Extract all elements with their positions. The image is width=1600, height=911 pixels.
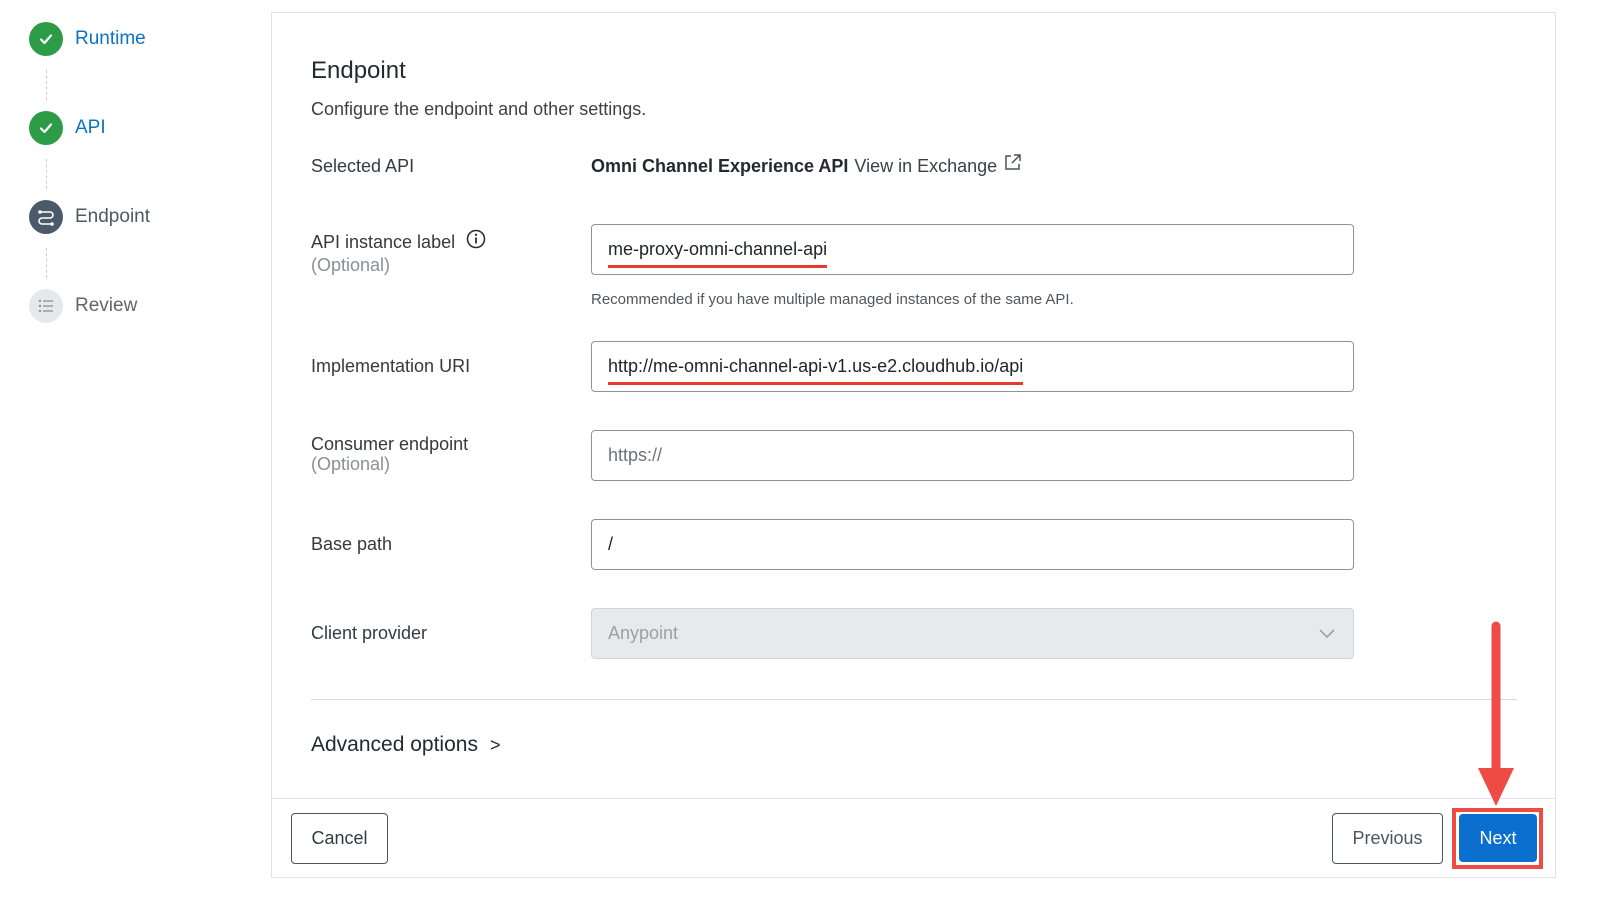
- chevron-down-icon: [1319, 623, 1335, 644]
- implementation-uri-input[interactable]: http://me-omni-channel-api-v1.us-e2.clou…: [591, 341, 1354, 392]
- implementation-uri-value: http://me-omni-channel-api-v1.us-e2.clou…: [608, 356, 1024, 385]
- page-subtitle: Configure the endpoint and other setting…: [311, 99, 647, 119]
- implementation-uri-label: Implementation URI: [311, 356, 471, 376]
- advanced-options-label: Advanced options: [311, 733, 478, 756]
- endpoint-panel: Endpoint Configure the endpoint and othe…: [271, 12, 1556, 878]
- optional-hint: (Optional): [311, 454, 391, 474]
- consumer-endpoint-input[interactable]: https://: [591, 430, 1354, 481]
- instance-label-input[interactable]: me-proxy-omni-channel-api: [591, 224, 1354, 275]
- step-connector: [46, 159, 47, 189]
- instance-label-label: API instance label (Optional): [311, 228, 486, 276]
- client-provider-select[interactable]: Anypoint: [591, 608, 1354, 659]
- step-api[interactable]: API: [29, 111, 106, 145]
- base-path-label: Base path: [311, 534, 393, 554]
- step-runtime[interactable]: Runtime: [29, 22, 146, 56]
- base-path-value: /: [608, 534, 614, 554]
- selected-api-value: Omni Channel Experience API View in Exch…: [591, 153, 1022, 177]
- instance-label-text: API instance label: [311, 232, 456, 252]
- api-name: Omni Channel Experience API: [591, 156, 849, 176]
- consumer-endpoint-placeholder: https://: [608, 445, 663, 465]
- annotation-underline: [608, 382, 1024, 385]
- step-label-review: Review: [75, 295, 138, 316]
- annotation-arrow: [1478, 621, 1514, 806]
- step-label-api: API: [75, 117, 106, 138]
- optional-hint: (Optional): [311, 255, 391, 275]
- section-divider: [311, 699, 1517, 700]
- step-label-runtime: Runtime: [75, 28, 146, 49]
- cancel-button[interactable]: Cancel: [291, 813, 388, 864]
- page-title: Endpoint: [311, 57, 406, 84]
- step-endpoint[interactable]: Endpoint: [29, 200, 150, 234]
- advanced-options-toggle[interactable]: Advanced options >: [311, 733, 500, 757]
- instance-label-value: me-proxy-omni-channel-api: [608, 239, 828, 268]
- previous-button[interactable]: Previous: [1332, 813, 1443, 864]
- check-icon: [29, 111, 63, 145]
- client-provider-label: Client provider: [311, 623, 428, 643]
- next-button[interactable]: Next: [1459, 814, 1537, 862]
- client-provider-value: Anypoint: [608, 623, 679, 643]
- annotation-underline: [608, 265, 828, 268]
- check-icon: [29, 22, 63, 56]
- list-icon: [29, 289, 63, 323]
- info-icon[interactable]: [466, 229, 486, 254]
- consumer-endpoint-label: Consumer endpoint (Optional): [311, 434, 468, 475]
- wizard-footer: Cancel Previous Next: [272, 798, 1555, 878]
- external-link-icon[interactable]: [1003, 153, 1022, 172]
- chevron-right-icon: >: [489, 734, 501, 755]
- step-connector: [46, 70, 47, 100]
- step-connector: [46, 248, 47, 278]
- wizard-stepper: Runtime API Endpoint Review: [0, 0, 272, 911]
- endpoint-route-icon: [29, 200, 63, 234]
- view-in-exchange-link[interactable]: View in Exchange: [854, 156, 997, 177]
- base-path-input[interactable]: /: [591, 519, 1354, 570]
- instance-label-helper: Recommended if you have multiple managed…: [591, 291, 1074, 308]
- consumer-endpoint-text: Consumer endpoint: [311, 434, 469, 454]
- step-label-endpoint: Endpoint: [75, 206, 151, 227]
- step-review[interactable]: Review: [29, 289, 137, 323]
- selected-api-label: Selected API: [311, 156, 415, 176]
